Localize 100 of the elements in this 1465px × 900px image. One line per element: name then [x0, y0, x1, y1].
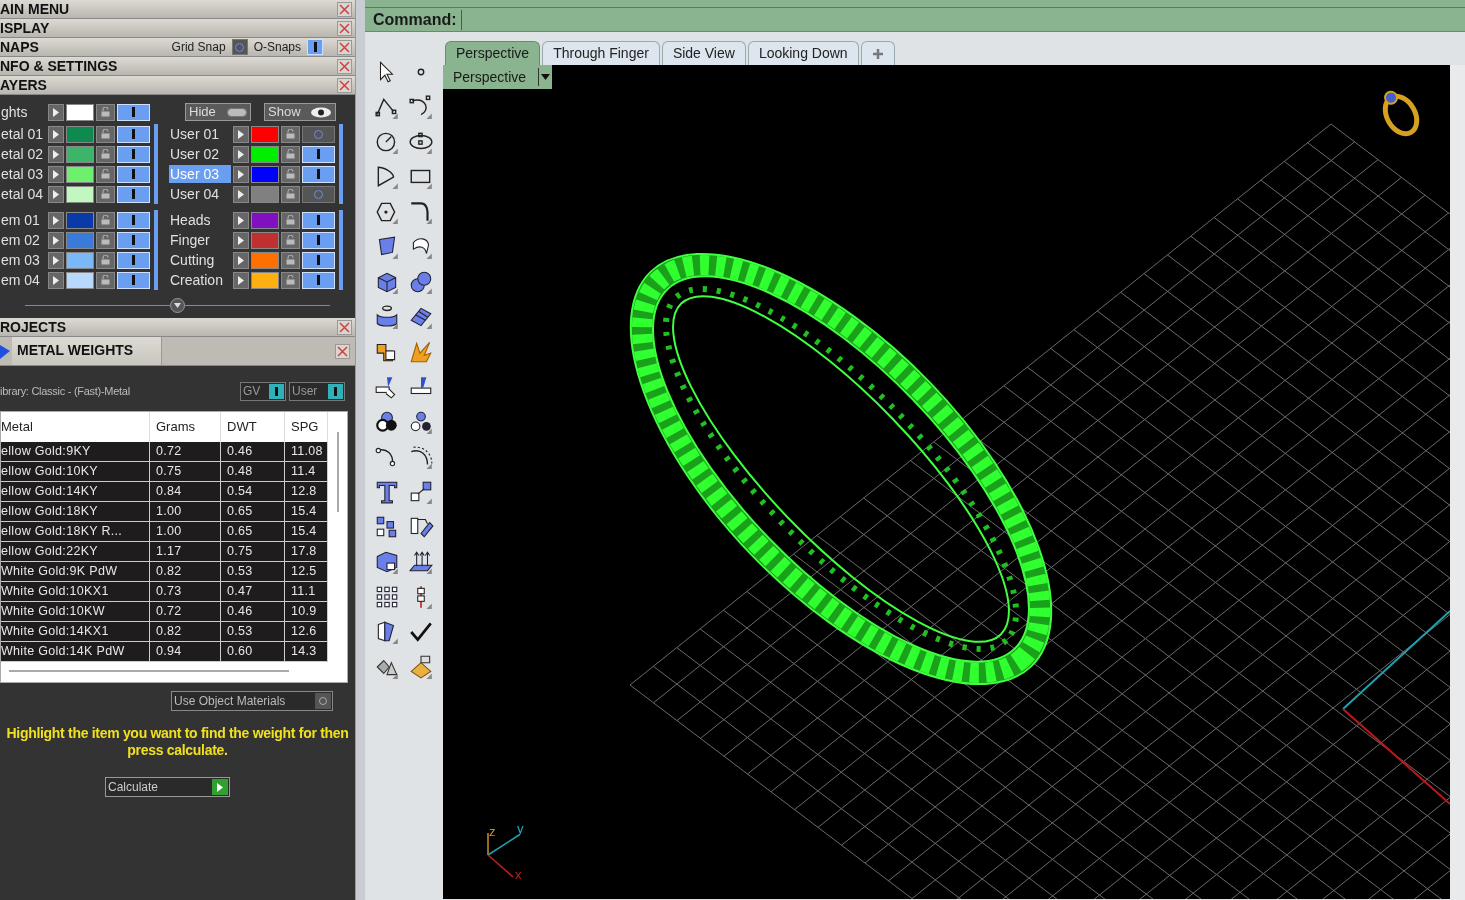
layer-color-swatch[interactable]: [251, 145, 279, 163]
layer-color-swatch[interactable]: [66, 251, 94, 269]
lock-icon[interactable]: [281, 185, 300, 203]
on-toggle[interactable]: [117, 185, 150, 203]
on-toggle[interactable]: [302, 251, 335, 269]
layer-name[interactable]: em 04: [0, 271, 46, 289]
lock-icon[interactable]: [281, 165, 300, 183]
layer-name[interactable]: Creation: [169, 271, 231, 289]
layer-name[interactable]: Cutting: [169, 251, 231, 269]
off-toggle[interactable]: [231, 39, 248, 55]
layer-name[interactable]: etal 01: [0, 125, 46, 143]
panel-title[interactable]: ISPLAY: [0, 21, 50, 35]
layer-name[interactable]: User 01: [169, 125, 231, 143]
close-icon[interactable]: [337, 58, 352, 74]
layer-color-swatch[interactable]: [251, 125, 279, 143]
layer-name[interactable]: User 04: [169, 185, 231, 203]
close-icon[interactable]: [337, 20, 352, 36]
layer-color-swatch[interactable]: [66, 185, 94, 203]
on-toggle[interactable]: [117, 103, 150, 121]
hide-button[interactable]: Hide: [185, 103, 251, 121]
off-toggle[interactable]: [302, 125, 335, 143]
lock-icon[interactable]: [281, 251, 300, 269]
curve-icon[interactable]: [408, 93, 434, 120]
on-toggle[interactable]: [117, 165, 150, 183]
on-toggle[interactable]: [307, 39, 323, 55]
layer-name[interactable]: User 02: [169, 145, 231, 163]
layer-color-swatch[interactable]: [251, 231, 279, 249]
lock-icon[interactable]: [96, 125, 115, 143]
off-toggle[interactable]: [302, 185, 335, 203]
layer-name[interactable]: etal 03: [0, 165, 46, 183]
layer-color-swatch[interactable]: [251, 251, 279, 269]
on-toggle[interactable]: [302, 231, 335, 249]
on-toggle[interactable]: [302, 211, 335, 229]
lock-icon[interactable]: [96, 231, 115, 249]
on-toggle[interactable]: [117, 125, 150, 143]
scroll-bar[interactable]: [154, 210, 158, 290]
layer-color-swatch[interactable]: [66, 271, 94, 289]
on-toggle[interactable]: [117, 211, 150, 229]
view-tab[interactable]: Perspective: [445, 41, 541, 65]
view-tab[interactable]: Side View: [661, 41, 746, 65]
lock-icon[interactable]: [96, 251, 115, 269]
on-toggle[interactable]: [117, 231, 150, 249]
scroll-bar[interactable]: [339, 124, 343, 204]
layer-name[interactable]: em 02: [0, 231, 46, 249]
layer-name[interactable]: Finger: [169, 231, 231, 249]
layer-color-swatch[interactable]: [66, 211, 94, 229]
lock-icon[interactable]: [96, 185, 115, 203]
close-icon[interactable]: [337, 77, 352, 93]
on-toggle[interactable]: [302, 145, 335, 163]
lock-icon[interactable]: [281, 125, 300, 143]
layer-color-swatch[interactable]: [66, 103, 94, 121]
scroll-bar[interactable]: [154, 124, 158, 204]
calculate-button[interactable]: Calculate: [105, 777, 230, 797]
collapse-icon[interactable]: [170, 298, 185, 313]
view-menu[interactable]: Perspective: [443, 65, 552, 89]
on-toggle[interactable]: [117, 251, 150, 269]
on-toggle[interactable]: [302, 165, 335, 183]
layer-name[interactable]: Heads: [169, 211, 231, 229]
layer-color-swatch[interactable]: [251, 165, 279, 183]
close-icon[interactable]: [337, 39, 352, 55]
layer-color-swatch[interactable]: [66, 125, 94, 143]
layer-name[interactable]: ghts: [0, 103, 46, 121]
lock-icon[interactable]: [281, 271, 300, 289]
on-toggle[interactable]: [117, 271, 150, 289]
cylinder-icon[interactable]: [374, 303, 400, 330]
lock-icon[interactable]: [96, 145, 115, 163]
lock-icon[interactable]: [96, 271, 115, 289]
lock-icon[interactable]: [96, 103, 115, 121]
panel-title[interactable]: AIN MENU: [0, 2, 70, 16]
layer-name[interactable]: etal 04: [0, 185, 46, 203]
lock-icon[interactable]: [281, 145, 300, 163]
panel-title[interactable]: ROJECTS: [0, 320, 67, 334]
scroll-bar[interactable]: [336, 432, 339, 512]
lock-icon[interactable]: [281, 231, 300, 249]
on-toggle[interactable]: [117, 145, 150, 163]
close-icon[interactable]: [337, 1, 352, 17]
layer-color-swatch[interactable]: [251, 211, 279, 229]
scroll-bar[interactable]: [9, 670, 289, 672]
use-object-materials-toggle[interactable]: Use Object Materials: [171, 691, 333, 711]
add-tab-icon[interactable]: [860, 41, 895, 65]
panel-title[interactable]: AYERS: [0, 78, 47, 92]
offset-arc-icon[interactable]: [408, 443, 434, 470]
layer-color-swatch[interactable]: [66, 145, 94, 163]
lock-icon[interactable]: [96, 165, 115, 183]
layer-color-swatch[interactable]: [251, 185, 279, 203]
lock-icon[interactable]: [281, 211, 300, 229]
panel-title[interactable]: NAPS: [0, 40, 39, 54]
layer-color-swatch[interactable]: [251, 271, 279, 289]
scroll-bar[interactable]: [339, 210, 343, 290]
panel-title[interactable]: NFO & SETTINGS: [0, 59, 118, 73]
toggle-button[interactable]: GV: [240, 381, 286, 401]
toggle-button[interactable]: User: [289, 381, 345, 401]
show-button[interactable]: Show: [264, 103, 336, 121]
lock-icon[interactable]: [96, 211, 115, 229]
layer-name[interactable]: etal 02: [0, 145, 46, 163]
on-toggle[interactable]: [302, 271, 335, 289]
close-icon[interactable]: [335, 343, 350, 359]
close-icon[interactable]: [337, 319, 352, 335]
view-tab[interactable]: Looking Down: [747, 41, 859, 65]
layer-color-swatch[interactable]: [66, 165, 94, 183]
